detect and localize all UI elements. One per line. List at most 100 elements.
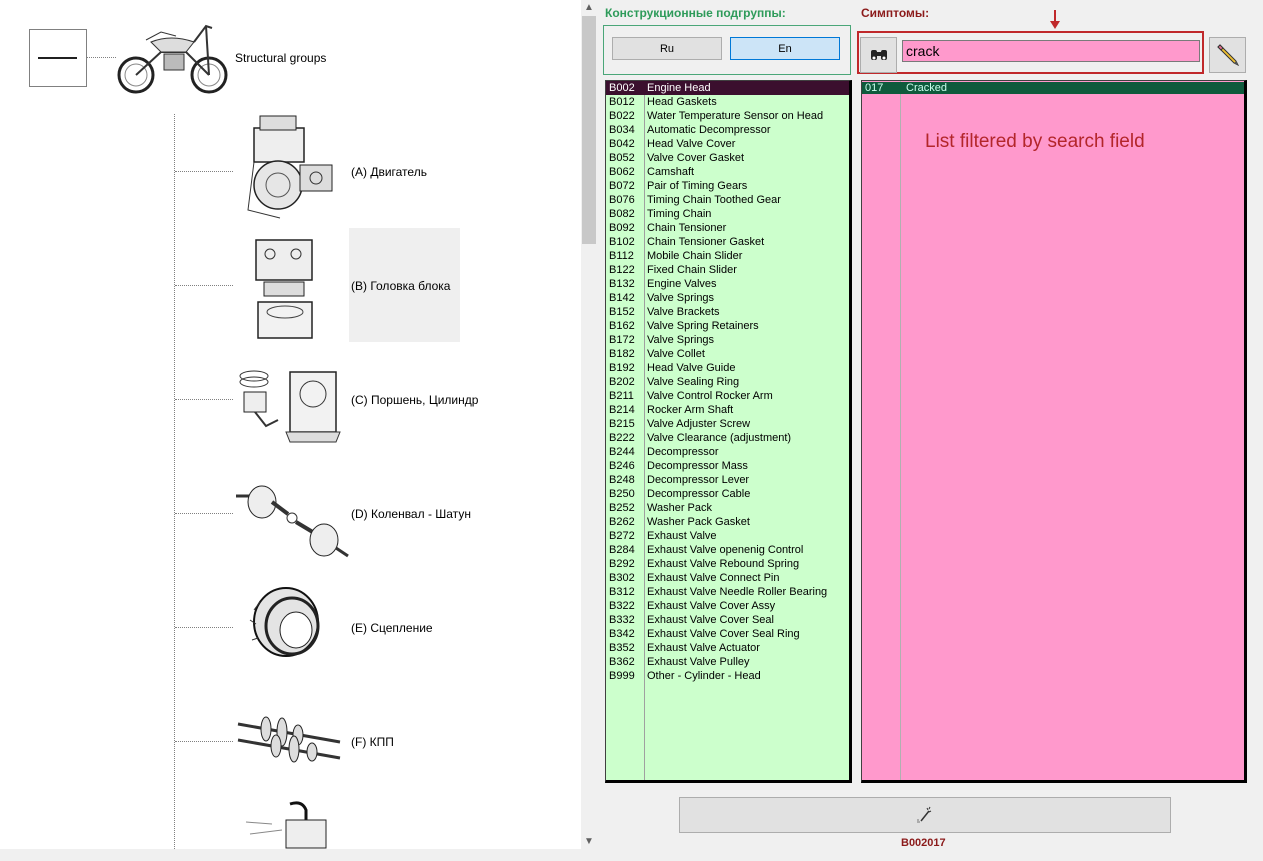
item-name: Fixed Chain Slider — [647, 264, 737, 276]
item-name: Exhaust Valve openenig Control — [647, 544, 804, 556]
list-item[interactable]: B172 Valve Springs — [606, 333, 849, 347]
list-item[interactable]: B192 Head Valve Guide — [606, 361, 849, 375]
horizontal-scrollbar[interactable] — [0, 849, 1263, 861]
scroll-thumb[interactable] — [582, 16, 596, 244]
item-code: B132 — [609, 278, 635, 290]
list-item[interactable]: B152 Valve Brackets — [606, 305, 849, 319]
tree-node-label[interactable]: (C) Поршень, Цилиндр — [351, 393, 478, 407]
symptoms-header: Симптомы: — [861, 6, 930, 20]
clutch-image[interactable] — [246, 580, 330, 664]
tree-connector — [175, 627, 233, 628]
cylinder-head-image[interactable] — [246, 232, 326, 344]
tree-root-label[interactable]: Structural groups — [235, 51, 326, 65]
symptoms-list[interactable]: 017 Cracked List filtered by search field — [861, 80, 1247, 783]
list-item[interactable]: B002 Engine Head — [606, 81, 849, 95]
list-item[interactable]: B182 Valve Collet — [606, 347, 849, 361]
list-item[interactable]: B332 Exhaust Valve Cover Seal — [606, 613, 849, 627]
list-item[interactable]: B999 Other - Cylinder - Head — [606, 669, 849, 683]
scroll-down-icon[interactable]: ▼ — [584, 836, 594, 847]
list-item[interactable]: B352 Exhaust Valve Actuator — [606, 641, 849, 655]
item-code: B022 — [609, 110, 635, 122]
list-item[interactable]: B072 Pair of Timing Gears — [606, 179, 849, 193]
tree-node-label[interactable]: (B) Головка блока — [351, 279, 450, 293]
tree-node-label[interactable]: (F) КПП — [351, 735, 394, 749]
search-button[interactable] — [860, 37, 897, 73]
tree-node-label[interactable]: (A) Двигатель — [351, 165, 427, 179]
list-item[interactable]: B034 Automatic Decompressor — [606, 123, 849, 137]
search-input[interactable] — [902, 40, 1200, 62]
crankshaft-image[interactable] — [232, 478, 350, 564]
item-code: B076 — [609, 194, 635, 206]
list-item[interactable]: B250 Decompressor Cable — [606, 487, 849, 501]
item-name: Exhaust Valve Needle Roller Bearing — [647, 586, 828, 598]
list-item[interactable]: B246 Decompressor Mass — [606, 459, 849, 473]
list-item[interactable]: B132 Engine Valves — [606, 277, 849, 291]
item-name: Exhaust Valve Connect Pin — [647, 572, 780, 584]
collapse-toggle[interactable] — [29, 29, 87, 87]
edit-button[interactable] — [1209, 37, 1246, 73]
list-item[interactable]: B142 Valve Springs — [606, 291, 849, 305]
item-name: Washer Pack — [647, 502, 713, 514]
list-item[interactable]: B222 Valve Clearance (adjustment) — [606, 431, 849, 445]
piston-cylinder-image[interactable] — [236, 364, 346, 448]
list-item[interactable]: B248 Decompressor Lever — [606, 473, 849, 487]
item-name: Exhaust Valve Pulley — [647, 656, 750, 668]
gearbox-image[interactable] — [236, 708, 342, 768]
list-item[interactable]: B082 Timing Chain — [606, 207, 849, 221]
list-item[interactable]: B272 Exhaust Valve — [606, 529, 849, 543]
list-item[interactable]: B012 Head Gaskets — [606, 95, 849, 109]
list-item[interactable]: B214 Rocker Arm Shaft — [606, 403, 849, 417]
list-item[interactable]: B292 Exhaust Valve Rebound Spring — [606, 557, 849, 571]
item-code: B172 — [609, 334, 635, 346]
tree-connector — [175, 513, 233, 514]
list-item[interactable]: B022 Water Temperature Sensor on Head — [606, 109, 849, 123]
list-item[interactable]: B062 Camshaft — [606, 165, 849, 179]
item-code: B062 — [609, 166, 635, 178]
list-item[interactable]: B092 Chain Tensioner — [606, 221, 849, 235]
list-item[interactable]: B302 Exhaust Valve Connect Pin — [606, 571, 849, 585]
list-item[interactable]: B162 Valve Spring Retainers — [606, 319, 849, 333]
item-code: B122 — [609, 264, 635, 276]
list-item[interactable]: B122 Fixed Chain Slider — [606, 263, 849, 277]
item-code: B244 — [609, 446, 635, 458]
partial-part-image — [242, 800, 332, 849]
scroll-up-icon[interactable]: ▲ — [584, 2, 594, 13]
item-code: B102 — [609, 236, 635, 248]
groups-list[interactable]: B002 Engine Head B012 Head Gaskets B022 Water… — [605, 80, 852, 783]
list-item[interactable]: 017 Cracked — [862, 82, 1244, 94]
list-item[interactable]: B284 Exhaust Valve openenig Control — [606, 543, 849, 557]
lang-ru-button[interactable]: Ru — [612, 37, 722, 60]
item-name: Valve Spring Retainers — [647, 320, 759, 332]
list-item[interactable]: B112 Mobile Chain Slider — [606, 249, 849, 263]
structure-tree[interactable]: Structural groups (A) Двигатель (B) Голо… — [0, 0, 581, 849]
list-item[interactable]: B102 Chain Tensioner Gasket — [606, 235, 849, 249]
item-name: Exhaust Valve — [647, 530, 717, 542]
list-item[interactable]: B322 Exhaust Valve Cover Assy — [606, 599, 849, 613]
item-name: Decompressor Lever — [647, 474, 750, 486]
item-name: Exhaust Valve Cover Seal — [647, 614, 774, 626]
list-item[interactable]: B211 Valve Control Rocker Arm — [606, 389, 849, 403]
list-item[interactable]: B252 Washer Pack — [606, 501, 849, 515]
lang-en-button[interactable]: En — [730, 37, 840, 60]
tree-connector — [175, 285, 233, 286]
tree-node-label[interactable]: (D) Коленвал - Шатун — [351, 507, 471, 521]
apply-button[interactable] — [679, 797, 1171, 833]
tree-trunk — [174, 114, 175, 849]
list-item[interactable]: B262 Washer Pack Gasket — [606, 515, 849, 529]
item-code: B284 — [609, 544, 635, 556]
list-item[interactable]: B215 Valve Adjuster Screw — [606, 417, 849, 431]
list-item[interactable]: B244 Decompressor — [606, 445, 849, 459]
tree-node-label[interactable]: (E) Сцепление — [351, 621, 433, 635]
list-item[interactable]: B076 Timing Chain Toothed Gear — [606, 193, 849, 207]
item-code: B152 — [609, 306, 635, 318]
list-item[interactable]: B362 Exhaust Valve Pulley — [606, 655, 849, 669]
vertical-scrollbar[interactable]: ▲ ▼ — [581, 0, 597, 849]
list-item[interactable]: B312 Exhaust Valve Needle Roller Bearing — [606, 585, 849, 599]
engine-image[interactable] — [240, 110, 336, 222]
list-item[interactable]: B052 Valve Cover Gasket — [606, 151, 849, 165]
list-item[interactable]: B042 Head Valve Cover — [606, 137, 849, 151]
item-name: Valve Springs — [647, 334, 715, 346]
list-item[interactable]: B202 Valve Sealing Ring — [606, 375, 849, 389]
motorcycle-image — [116, 12, 232, 98]
list-item[interactable]: B342 Exhaust Valve Cover Seal Ring — [606, 627, 849, 641]
